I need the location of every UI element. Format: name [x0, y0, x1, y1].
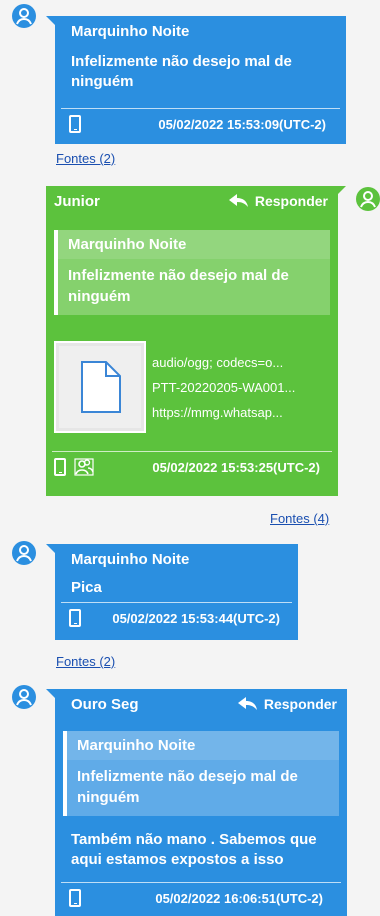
reply-arrow-icon — [237, 697, 257, 710]
sender-name: Marquinho Noite — [71, 22, 190, 40]
message-bubble[interactable]: Marquinho Noite Infelizmente não desejo … — [55, 16, 346, 144]
sender-avatar — [12, 685, 36, 709]
message-bubble[interactable]: Ouro Seg Responder Marquinho Noite Infel… — [55, 689, 347, 916]
sender-name: Marquinho Noite — [71, 550, 190, 568]
quoted-text: Infelizmente não desejo mal de ninguém — [77, 768, 298, 806]
message-text: Infelizmente não desejo mal de ninguém — [71, 53, 292, 90]
reply-arrow-icon — [228, 194, 248, 207]
reply-label: Responder — [254, 193, 328, 209]
message-timestamp: 05/02/2022 15:53:09(UTC-2) — [158, 116, 326, 132]
user-icon — [360, 191, 376, 208]
attachment-details: audio/ogg; codecs=o... PTT-20220205-WA00… — [152, 350, 295, 425]
sources-link[interactable]: Fontes (2) — [56, 151, 115, 166]
sender-avatar — [356, 187, 380, 211]
quoted-text: Infelizmente não desejo mal de ninguém — [68, 267, 289, 305]
quoted-sender: Marquinho Noite — [67, 731, 339, 760]
quoted-message[interactable]: Marquinho Noite Infelizmente não desejo … — [54, 230, 330, 315]
attachment[interactable]: audio/ogg; codecs=o... PTT-20220205-WA00… — [46, 341, 338, 433]
message-bubble[interactable]: Junior Responder Marquinho Noite Infeliz… — [46, 186, 338, 496]
sender-avatar — [12, 541, 36, 565]
sender-avatar — [12, 4, 36, 28]
reply-button[interactable]: Responder — [237, 696, 337, 712]
sources-link[interactable]: Fontes (2) — [56, 654, 115, 669]
user-icon — [16, 545, 32, 562]
message-header: Marquinho Noite — [55, 16, 346, 46]
document-icon — [81, 361, 121, 413]
message-header: Ouro Seg Responder — [55, 689, 347, 719]
reply-button[interactable]: Responder — [228, 193, 328, 209]
message-bubble[interactable]: Marquinho Noite Pica 05/02/2022 15:53:44… — [55, 544, 298, 640]
reply-label: Responder — [263, 696, 337, 712]
user-icon — [16, 8, 32, 25]
message-header: Marquinho Noite — [55, 544, 298, 574]
quoted-sender: Marquinho Noite — [58, 230, 330, 259]
sender-name: Ouro Seg — [71, 695, 139, 713]
message-footer: 05/02/2022 15:53:25(UTC-2) — [46, 452, 338, 482]
user-icon — [16, 689, 32, 706]
sender-name: Junior — [54, 192, 100, 210]
quoted-message[interactable]: Marquinho Noite Infelizmente não desejo … — [63, 731, 339, 816]
group-icon — [74, 458, 94, 476]
attachment-mime: audio/ogg; codecs=o... — [152, 354, 284, 370]
phone-icon — [69, 115, 81, 133]
message-footer: 05/02/2022 16:06:51(UTC-2) — [55, 883, 347, 913]
message-timestamp: 05/02/2022 15:53:44(UTC-2) — [112, 610, 280, 626]
message-header: Junior Responder — [46, 186, 338, 216]
message-timestamp: 05/02/2022 15:53:25(UTC-2) — [152, 459, 320, 475]
message-footer: 05/02/2022 15:53:09(UTC-2) — [55, 109, 346, 139]
message-footer: 05/02/2022 15:53:44(UTC-2) — [55, 603, 298, 633]
attachment-filename: PTT-20220205-WA001... — [152, 379, 296, 395]
attachment-thumbnail[interactable] — [54, 341, 146, 433]
phone-icon — [69, 609, 81, 627]
message-text: Pica — [71, 579, 102, 596]
message-timestamp: 05/02/2022 16:06:51(UTC-2) — [155, 890, 323, 906]
sources-link[interactable]: Fontes (4) — [270, 511, 329, 526]
phone-icon — [69, 889, 81, 907]
phone-icon — [54, 458, 66, 476]
message-text: Também não mano . Sabemos que aqui estam… — [71, 831, 317, 868]
attachment-url[interactable]: https://mmg.whatsap... — [152, 400, 295, 425]
